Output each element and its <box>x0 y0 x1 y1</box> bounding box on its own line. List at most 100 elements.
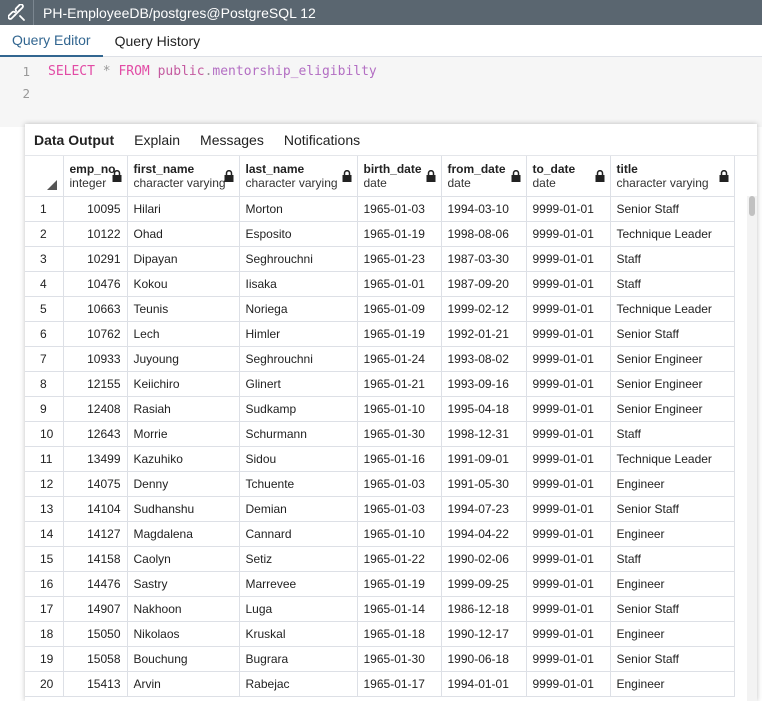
column-header-emp-no[interactable]: emp_no integer <box>63 156 128 197</box>
cell-first-name[interactable]: Nikolaos <box>127 621 240 647</box>
cell-birth-date[interactable]: 1965-01-03 <box>357 471 442 497</box>
tab-data-output[interactable]: Data Output <box>34 132 124 148</box>
cell-to-date[interactable]: 9999-01-01 <box>526 221 611 247</box>
cell-to-date[interactable]: 9999-01-01 <box>526 396 611 422</box>
column-header-first-name[interactable]: first_name character varying <box>127 156 240 197</box>
cell-emp-no[interactable]: 12155 <box>63 371 128 397</box>
cell-emp-no[interactable]: 15413 <box>63 671 128 697</box>
cell-birth-date[interactable]: 1965-01-30 <box>357 421 442 447</box>
table-row[interactable]: 9 12408 Rasiah Sudkamp 1965-01-10 1995-04-18 9… <box>25 396 735 422</box>
cell-from-date[interactable]: 1987-03-30 <box>441 246 527 272</box>
cell-from-date[interactable]: 1994-01-01 <box>441 671 527 697</box>
cell-emp-no[interactable]: 14104 <box>63 496 128 522</box>
table-row[interactable]: 19 15058 Bouchung Bugrara 1965-01-30 1990-06-… <box>25 646 735 672</box>
cell-to-date[interactable]: 9999-01-01 <box>526 496 611 522</box>
cell-birth-date[interactable]: 1965-01-19 <box>357 571 442 597</box>
cell-last-name[interactable]: Setiz <box>239 546 358 572</box>
cell-from-date[interactable]: 1993-09-16 <box>441 371 527 397</box>
cell-emp-no[interactable]: 13499 <box>63 446 128 472</box>
cell-from-date[interactable]: 1999-09-25 <box>441 571 527 597</box>
row-number[interactable]: 6 <box>25 321 64 347</box>
cell-first-name[interactable]: Ohad <box>127 221 240 247</box>
row-number[interactable]: 16 <box>25 571 64 597</box>
cell-last-name[interactable]: Sudkamp <box>239 396 358 422</box>
row-number[interactable]: 17 <box>25 596 64 622</box>
cell-birth-date[interactable]: 1965-01-17 <box>357 671 442 697</box>
table-row[interactable]: 8 12155 Keiichiro Glinert 1965-01-21 1993-09-… <box>25 371 735 397</box>
cell-emp-no[interactable]: 15058 <box>63 646 128 672</box>
cell-last-name[interactable]: Morton <box>239 196 358 222</box>
cell-last-name[interactable]: Esposito <box>239 221 358 247</box>
cell-last-name[interactable]: Luga <box>239 596 358 622</box>
cell-from-date[interactable]: 1990-02-06 <box>441 546 527 572</box>
cell-to-date[interactable]: 9999-01-01 <box>526 346 611 372</box>
cell-last-name[interactable]: Himler <box>239 321 358 347</box>
cell-from-date[interactable]: 1998-12-31 <box>441 421 527 447</box>
column-header-last-name[interactable]: last_name character varying <box>239 156 358 197</box>
cell-from-date[interactable]: 1993-08-02 <box>441 346 527 372</box>
row-number[interactable]: 19 <box>25 646 64 672</box>
table-row[interactable]: 10 12643 Morrie Schurmann 1965-01-30 1998-12-… <box>25 421 735 447</box>
table-row[interactable]: 3 10291 Dipayan Seghrouchni 1965-01-23 1987-0… <box>25 246 735 272</box>
cell-last-name[interactable]: Demian <box>239 496 358 522</box>
row-number[interactable]: 8 <box>25 371 64 397</box>
table-row[interactable]: 17 14907 Nakhoon Luga 1965-01-14 1986-12-18 99… <box>25 596 735 622</box>
cell-to-date[interactable]: 9999-01-01 <box>526 546 611 572</box>
cell-emp-no[interactable]: 10291 <box>63 246 128 272</box>
cell-last-name[interactable]: Kruskal <box>239 621 358 647</box>
cell-last-name[interactable]: Glinert <box>239 371 358 397</box>
cell-from-date[interactable]: 1987-09-20 <box>441 271 527 297</box>
column-header-title[interactable]: title character varying <box>610 156 735 197</box>
cell-last-name[interactable]: Iisaka <box>239 271 358 297</box>
cell-title[interactable]: Senior Engineer <box>610 346 735 372</box>
scrollbar-thumb[interactable] <box>749 196 755 216</box>
row-number[interactable]: 7 <box>25 346 64 372</box>
cell-birth-date[interactable]: 1965-01-09 <box>357 296 442 322</box>
cell-title[interactable]: Technique Leader <box>610 221 735 247</box>
cell-last-name[interactable]: Sidou <box>239 446 358 472</box>
cell-title[interactable]: Engineer <box>610 471 735 497</box>
cell-first-name[interactable]: Caolyn <box>127 546 240 572</box>
cell-from-date[interactable]: 1998-08-06 <box>441 221 527 247</box>
cell-birth-date[interactable]: 1965-01-21 <box>357 371 442 397</box>
table-row[interactable]: 4 10476 Kokou Iisaka 1965-01-01 1987-09-20 999… <box>25 271 735 297</box>
cell-first-name[interactable]: Sudhanshu <box>127 496 240 522</box>
row-number[interactable]: 9 <box>25 396 64 422</box>
cell-last-name[interactable]: Rabejac <box>239 671 358 697</box>
cell-to-date[interactable]: 9999-01-01 <box>526 446 611 472</box>
cell-birth-date[interactable]: 1965-01-14 <box>357 596 442 622</box>
row-number[interactable]: 5 <box>25 296 64 322</box>
cell-to-date[interactable]: 9999-01-01 <box>526 571 611 597</box>
cell-last-name[interactable]: Cannard <box>239 521 358 547</box>
cell-title[interactable]: Senior Engineer <box>610 371 735 397</box>
cell-last-name[interactable]: Schurmann <box>239 421 358 447</box>
cell-from-date[interactable]: 1994-04-22 <box>441 521 527 547</box>
cell-emp-no[interactable]: 14127 <box>63 521 128 547</box>
row-number[interactable]: 3 <box>25 246 64 272</box>
cell-title[interactable]: Technique Leader <box>610 446 735 472</box>
cell-to-date[interactable]: 9999-01-01 <box>526 271 611 297</box>
cell-title[interactable]: Staff <box>610 421 735 447</box>
cell-title[interactable]: Senior Staff <box>610 596 735 622</box>
cell-title[interactable]: Staff <box>610 546 735 572</box>
cell-to-date[interactable]: 9999-01-01 <box>526 521 611 547</box>
vertical-scrollbar[interactable] <box>747 196 757 701</box>
cell-first-name[interactable]: Hilari <box>127 196 240 222</box>
cell-to-date[interactable]: 9999-01-01 <box>526 596 611 622</box>
table-row[interactable]: 1 10095 Hilari Morton 1965-01-03 1994-03-10 99… <box>25 196 735 222</box>
cell-from-date[interactable]: 1991-05-30 <box>441 471 527 497</box>
cell-emp-no[interactable]: 10095 <box>63 196 128 222</box>
cell-birth-date[interactable]: 1965-01-30 <box>357 646 442 672</box>
cell-title[interactable]: Senior Staff <box>610 196 735 222</box>
tab-messages[interactable]: Messages <box>190 132 274 148</box>
cell-title[interactable]: Senior Engineer <box>610 396 735 422</box>
row-number[interactable]: 14 <box>25 521 64 547</box>
cell-title[interactable]: Engineer <box>610 521 735 547</box>
cell-emp-no[interactable]: 10476 <box>63 271 128 297</box>
cell-title[interactable]: Staff <box>610 246 735 272</box>
cell-first-name[interactable]: Kazuhiko <box>127 446 240 472</box>
cell-title[interactable]: Technique Leader <box>610 296 735 322</box>
cell-birth-date[interactable]: 1965-01-10 <box>357 521 442 547</box>
cell-title[interactable]: Engineer <box>610 621 735 647</box>
table-row[interactable]: 12 14075 Denny Tchuente 1965-01-03 1991-05-30… <box>25 471 735 497</box>
